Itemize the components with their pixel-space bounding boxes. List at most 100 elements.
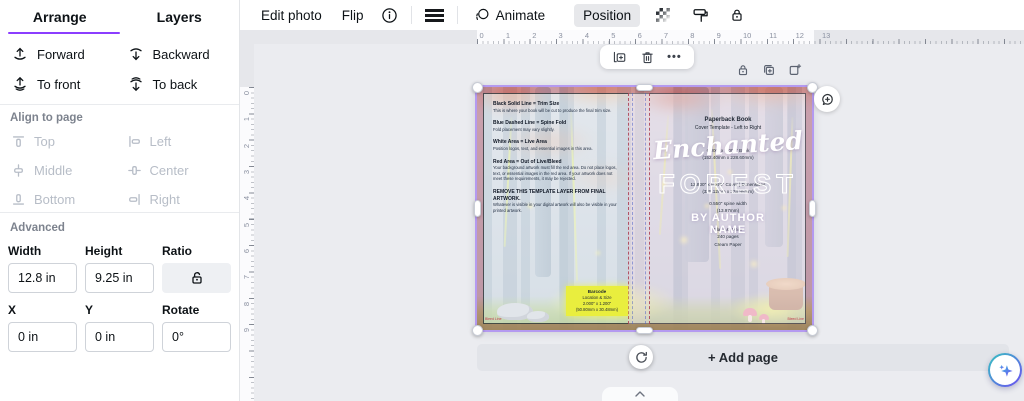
ruler-tick-label: 3 — [558, 31, 563, 40]
ruler-tick-label: 13 — [821, 31, 831, 40]
align-middle-icon — [12, 164, 25, 177]
busy-cursor — [629, 345, 653, 369]
animate-button[interactable]: Animate — [465, 3, 555, 27]
add-comment-button[interactable] — [814, 86, 840, 112]
advanced-section-title: Advanced — [10, 222, 65, 234]
height-input[interactable] — [85, 263, 154, 293]
ruler-tick-label: 7 — [663, 31, 669, 40]
to-back-button[interactable]: To back — [120, 70, 236, 98]
ratio-lock-button[interactable] — [162, 263, 231, 293]
more-options-button[interactable]: ••• — [667, 52, 682, 63]
flip-button[interactable]: Flip — [333, 4, 373, 27]
x-label: X — [8, 303, 17, 317]
info-icon — [381, 7, 398, 24]
add-page-button[interactable]: + Add page — [477, 344, 1009, 371]
paint-roller-icon — [692, 7, 709, 24]
lock-page-icon[interactable] — [736, 63, 750, 77]
ruler-tick-label: 8 — [690, 31, 695, 40]
tab-arrange[interactable]: Arrange — [0, 0, 120, 34]
canva-assistant-button[interactable] — [988, 353, 1022, 387]
resize-handle-left[interactable] — [473, 200, 481, 217]
position-button[interactable]: Position — [574, 3, 641, 27]
pages-panel-toggle[interactable] — [602, 387, 678, 401]
ruler-tick-label: 8 — [241, 301, 251, 306]
lock-icon — [729, 7, 745, 23]
barcode-placement-box: Barcode Location & Size 2.000" x 1.200" … — [566, 286, 628, 316]
divider — [0, 212, 239, 213]
horizontal-ruler: 0 1 2 3 4 5 6 7 8 9 10 11 12 13 — [254, 30, 1024, 44]
instruction-block: White Area = Live Area Position logos, t… — [493, 139, 593, 151]
delete-page-icon[interactable] — [640, 50, 655, 65]
align-center-button[interactable]: Center — [120, 157, 236, 184]
panel-tabs: Arrange Layers — [0, 0, 239, 34]
resize-handle-bottom-right[interactable] — [806, 324, 818, 336]
instruction-block: Blue Dashed Line = Spine Fold Fold place… — [493, 120, 567, 132]
add-page-icon[interactable] — [612, 50, 627, 65]
align-right-button[interactable]: Right — [120, 186, 236, 213]
ruler-tick-label: 10 — [742, 31, 752, 40]
align-middle-button[interactable]: Middle — [4, 157, 120, 184]
ruler-tick-label: 6 — [241, 248, 251, 254]
align-bottom-button[interactable]: Bottom — [4, 186, 120, 213]
ratio-label: Ratio — [162, 244, 192, 258]
ruler-tick-label: 12 — [795, 31, 804, 40]
resize-handle-bottom[interactable] — [636, 327, 653, 334]
lock-button[interactable] — [723, 3, 751, 27]
ruler-corner — [240, 30, 254, 44]
ruler-tick-label: 5 — [241, 222, 251, 227]
resize-handle-bottom-left[interactable] — [471, 324, 483, 336]
tab-layers[interactable]: Layers — [120, 0, 240, 34]
advanced-form: Width Height Ratio X — [8, 244, 231, 362]
sparkle-icon — [997, 362, 1014, 379]
animate-label: Animate — [495, 7, 546, 23]
width-label: Width — [8, 244, 42, 258]
template-title: Paperback Book — [704, 117, 752, 123]
ruler-tick-label: 7 — [241, 275, 251, 280]
divider — [0, 104, 239, 105]
to-front-button[interactable]: To front — [4, 70, 120, 98]
align-bottom-label: Bottom — [34, 192, 76, 207]
forward-label: Forward — [37, 46, 85, 62]
align-center-label: Center — [149, 163, 189, 178]
add-page-after-icon[interactable] — [788, 63, 802, 77]
unlock-icon — [189, 270, 205, 286]
forward-button[interactable]: Forward — [4, 40, 120, 68]
copy-style-button[interactable] — [686, 3, 715, 28]
align-top-button[interactable]: Top — [4, 128, 120, 155]
ruler-tick-label: 0 — [479, 31, 484, 40]
canva-editor: Arrange Layers Forward Backward To front… — [0, 0, 1024, 401]
design-page[interactable]: Black Solid Line = Trim Size This is whe… — [475, 85, 814, 332]
resize-handle-top[interactable] — [636, 83, 653, 91]
ruler-tick-label: 6 — [637, 31, 642, 40]
width-input[interactable] — [8, 263, 77, 293]
align-right-icon — [128, 193, 141, 206]
resize-handle-top-left[interactable] — [471, 81, 483, 93]
backward-button[interactable]: Backward — [120, 40, 236, 68]
author-byline-line2: NAME — [709, 224, 747, 236]
barcode-size-mm: (50.80mm x 30.48mm) — [575, 307, 619, 313]
ruler-tick-label: 2 — [532, 31, 537, 40]
forward-icon — [12, 46, 28, 62]
template-instructions: Black Solid Line = Trim Size This is whe… — [493, 101, 617, 213]
spacing-button[interactable] — [419, 5, 450, 26]
rotate-input[interactable] — [162, 322, 231, 352]
duplicate-page-icon[interactable] — [762, 63, 776, 77]
toolbar-divider — [410, 6, 412, 24]
backward-label: Backward — [152, 46, 210, 62]
to-front-icon — [12, 76, 28, 92]
canvas-area: 0 1 2 3 4 5 6 7 8 9 10 11 12 13 0123456789 ••• — [240, 30, 1024, 401]
y-input[interactable] — [85, 322, 154, 352]
arrange-panel: Arrange Layers Forward Backward To front… — [0, 0, 240, 401]
info-button[interactable] — [375, 3, 404, 28]
transparency-button[interactable] — [650, 4, 676, 26]
x-input[interactable] — [8, 322, 77, 352]
align-left-button[interactable]: Left — [120, 128, 236, 155]
instruction-block: Black Solid Line = Trim Size This is whe… — [493, 101, 612, 113]
align-left-icon — [128, 135, 141, 148]
edit-photo-button[interactable]: Edit photo — [252, 4, 331, 27]
y-label: Y — [85, 303, 94, 317]
resize-handle-right[interactable] — [808, 200, 816, 217]
animate-icon — [474, 7, 490, 23]
to-back-label: To back — [152, 76, 198, 92]
to-back-icon — [128, 76, 144, 92]
